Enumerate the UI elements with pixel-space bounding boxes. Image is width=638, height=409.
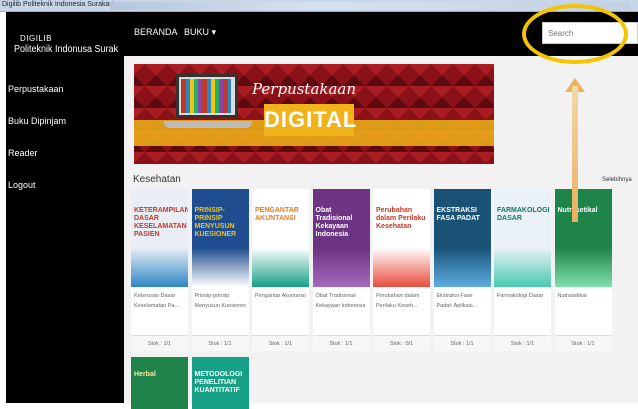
main-content: Perpustakaan DIGITAL Kesehatan Selebihny… bbox=[124, 56, 638, 409]
book-stock: Stok : 1/1 bbox=[494, 335, 551, 351]
brand-name: DIGILIB bbox=[20, 34, 52, 43]
book-stock: Stok : 1/1 bbox=[131, 335, 188, 351]
book-card[interactable]: KETERAMPILAN DASAR KESELAMATAN PASIEN Ket… bbox=[131, 189, 188, 351]
book-cover[interactable]: Herbal bbox=[131, 357, 188, 409]
book-cover[interactable]: PRINSIP-PRINSIP MENYUSUN KUESIONER bbox=[191, 189, 249, 287]
carousel-indicators[interactable] bbox=[300, 156, 339, 164]
book-cover-title: PENGANTAR AKUNTANSI bbox=[255, 207, 299, 222]
book-cover[interactable]: Perubahan dalam Perilaku Kesehatan bbox=[373, 189, 430, 287]
book-cover-title: EKSTRAKSI FASA PADAT bbox=[436, 207, 480, 222]
book-card[interactable]: EKSTRAKSI FASA PADAT Ekstraksi Fase Padat… bbox=[433, 189, 491, 351]
book-cover-title: KETERAMPILAN DASAR KESELAMATAN PASIEN bbox=[134, 207, 188, 238]
nav-buku-dropdown[interactable]: BUKU ▾ bbox=[184, 27, 216, 38]
book-title[interactable]: Keterusan Dasar Keselamatan Pa... bbox=[134, 291, 186, 311]
sidebar-item-reader[interactable]: Reader bbox=[8, 148, 38, 158]
book-card[interactable]: Nutrasetikal Nutrasetikal Stok : 1/1 bbox=[554, 189, 612, 351]
nav-beranda[interactable]: BERANDA bbox=[134, 27, 178, 37]
book-card[interactable]: Perubahan dalam Perilaku Kesehatan Peruba… bbox=[373, 189, 430, 351]
brand-subtitle: Politeknik Indonusa Surakarta bbox=[14, 44, 134, 55]
book-title[interactable]: Farmakologi Dasar bbox=[497, 291, 549, 301]
window-title: Digilib Politeknik Indonesia Surakarta bbox=[2, 1, 118, 8]
book-cover[interactable]: Nutrasetikal bbox=[554, 189, 612, 287]
book-cover[interactable]: Obat Tradisional Kekayaan Indonesia bbox=[312, 189, 370, 287]
sidebar-item-logout[interactable]: Logout bbox=[8, 180, 36, 190]
hero-banner[interactable]: Perpustakaan DIGITAL bbox=[134, 64, 494, 164]
book-cover[interactable]: PENGANTAR AKUNTANSI bbox=[252, 189, 309, 287]
banner-subtitle: DIGITAL bbox=[264, 104, 356, 136]
book-cover-title: FARMAKOLOGI DASAR bbox=[497, 207, 550, 222]
book-cover-title: Nutrasetikal bbox=[558, 207, 609, 215]
book-stock: Stok : 1/1 bbox=[554, 335, 612, 351]
book-cover-title: Herbal bbox=[134, 371, 156, 378]
book-cover[interactable]: KETERAMPILAN DASAR KESELAMATAN PASIEN bbox=[131, 189, 188, 287]
book-stock: Stok : 1/1 bbox=[433, 335, 491, 351]
book-card[interactable]: FARMAKOLOGI DASAR Farmakologi Dasar Stok :… bbox=[494, 189, 551, 351]
book-card[interactable]: Obat Tradisional Kekayaan Indonesia Obat … bbox=[312, 189, 370, 351]
book-title[interactable]: Nutrasetikal bbox=[558, 291, 610, 301]
sidebar-item-perpustakaan[interactable]: Perpustakaan bbox=[8, 84, 64, 94]
laptop-illustration bbox=[176, 74, 238, 118]
section-title: Kesehatan bbox=[133, 174, 181, 185]
book-stock: Stok : 1/1 bbox=[252, 335, 309, 351]
book-cover[interactable]: METODOLOGI PENELITIAN KUANTITATIF bbox=[191, 357, 249, 409]
app: DIGILIB Politeknik Indonusa Surakarta Pe… bbox=[6, 12, 638, 409]
book-card[interactable]: PRINSIP-PRINSIP MENYUSUN KUESIONER Prinsi… bbox=[191, 189, 249, 351]
book-stock: Stok : 0/1 bbox=[373, 335, 430, 351]
book-title[interactable]: Pengantar Akuntansi bbox=[255, 291, 307, 301]
sidebar: DIGILIB Politeknik Indonusa Surakarta Pe… bbox=[6, 12, 134, 403]
book-cover-title: Perubahan dalam Perilaku Kesehatan bbox=[376, 207, 426, 230]
book-stock: Stok : 1/1 bbox=[191, 335, 249, 351]
highlight-ellipse bbox=[522, 4, 628, 64]
see-more-link[interactable]: Selebihnya bbox=[602, 177, 632, 183]
book-card[interactable]: PENGANTAR AKUNTANSI Pengantar Akuntansi St… bbox=[252, 189, 309, 351]
book-title[interactable]: Obat Tradisional Kekayaan Indonesia bbox=[316, 291, 368, 311]
bookshelf-illustration bbox=[181, 79, 231, 113]
book-title[interactable]: Prinsip-prinsip Menyusun Kuesioner bbox=[195, 291, 247, 311]
book-cover-title: METODOLOGI PENELITIAN KUANTITATIF bbox=[194, 371, 243, 394]
banner-title: Perpustakaan bbox=[252, 80, 357, 98]
book-cover-title: PRINSIP-PRINSIP MENYUSUN KUESIONER bbox=[194, 207, 237, 238]
book-title[interactable]: Ekstraksi Fase Padat: Aplikasi... bbox=[437, 291, 489, 311]
book-stock: Stok : 1/1 bbox=[312, 335, 370, 351]
book-cover[interactable]: FARMAKOLOGI DASAR bbox=[494, 189, 551, 287]
book-title[interactable]: Perubahan dalam Perilaku Keseh... bbox=[376, 291, 428, 311]
book-cover-title: Obat Tradisional Kekayaan Indonesia bbox=[315, 207, 353, 238]
book-cover[interactable]: EKSTRAKSI FASA PADAT bbox=[433, 189, 491, 287]
arrow-shaft bbox=[572, 86, 578, 222]
laptop-base bbox=[164, 121, 252, 128]
sidebar-item-buku-dipinjam[interactable]: Buku Dipinjam bbox=[8, 116, 66, 126]
